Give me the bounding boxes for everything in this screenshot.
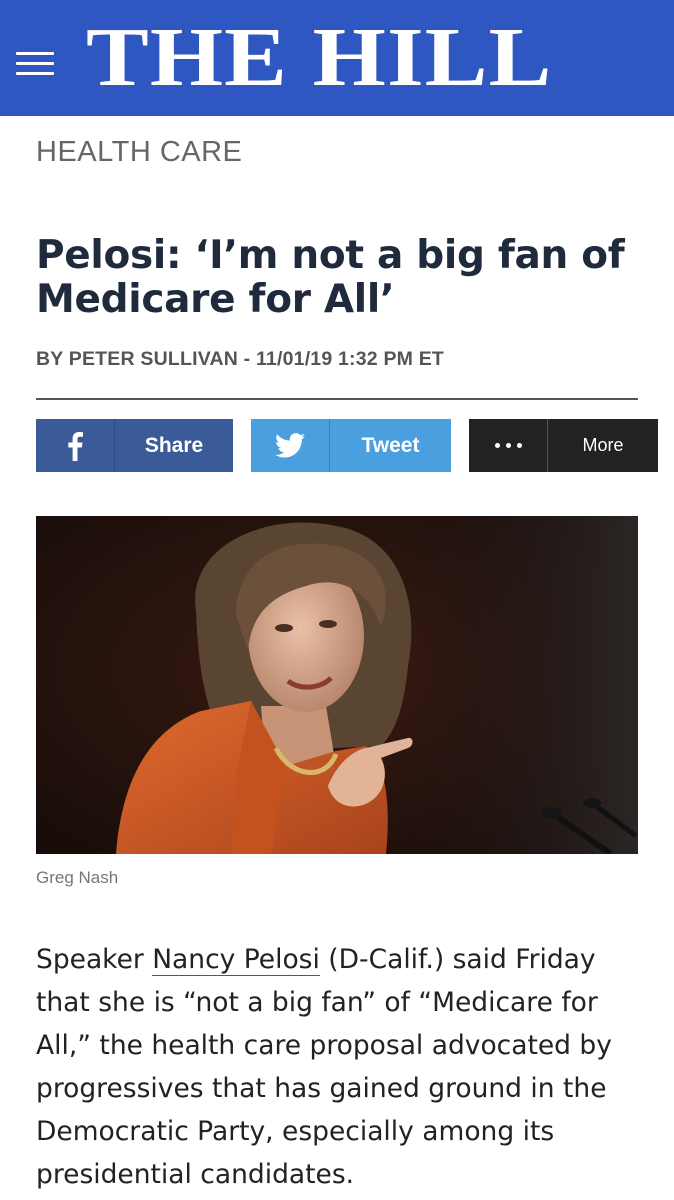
more-share-label: More xyxy=(582,435,624,455)
body-text-pre: Speaker xyxy=(36,944,153,975)
divider xyxy=(36,398,638,400)
article-headline: Pelosi: ‘I’m not a big fan of Medicare f… xyxy=(36,233,625,322)
body-text-post: (D-Calif.) said Friday that she is “not … xyxy=(36,944,612,1190)
site-header: THE HILL xyxy=(0,0,674,116)
ellipsis-icon xyxy=(469,419,548,472)
facebook-share-button[interactable]: Share xyxy=(36,419,233,472)
site-logo[interactable]: THE HILL xyxy=(86,8,552,108)
section-label[interactable]: HEALTH CARE xyxy=(36,136,242,169)
photo-credit: Greg Nash xyxy=(36,868,119,887)
more-share-button[interactable]: More xyxy=(469,419,658,472)
article-photo xyxy=(36,516,638,854)
nancy-pelosi-link[interactable]: Nancy Pelosi xyxy=(152,944,320,976)
facebook-share-label: Share xyxy=(144,433,204,457)
menu-icon[interactable] xyxy=(16,52,54,76)
article-body: Speaker Nancy Pelosi (D-Calif.) said Fri… xyxy=(36,938,656,1196)
twitter-share-button[interactable]: Tweet xyxy=(251,419,451,472)
article-byline: BY PETER SULLIVAN - 11/01/19 1:32 PM ET xyxy=(36,348,445,370)
twitter-bird-icon xyxy=(251,419,330,472)
facebook-icon xyxy=(36,419,115,472)
twitter-share-label: Tweet xyxy=(361,433,420,457)
